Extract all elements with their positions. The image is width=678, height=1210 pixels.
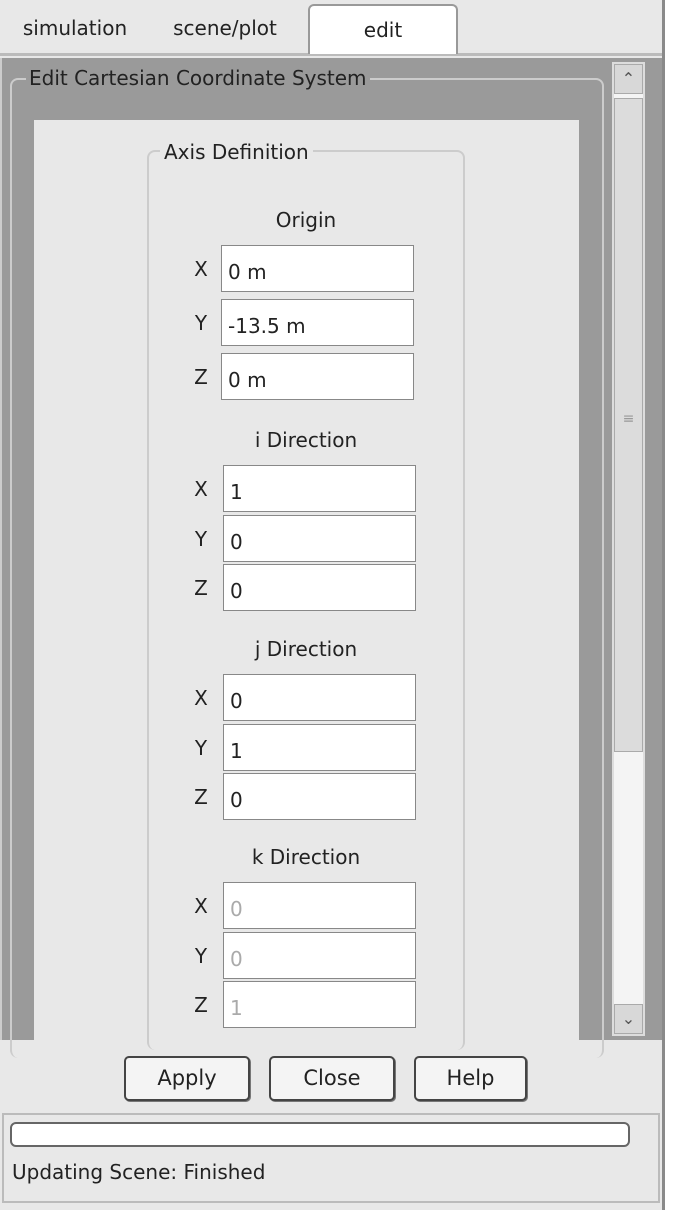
value-field-y[interactable]: -13.5 m bbox=[221, 299, 414, 346]
tab-edit[interactable]: edit bbox=[308, 4, 458, 54]
help-button[interactable]: Help bbox=[414, 1056, 527, 1101]
value-field-x: 0 bbox=[223, 882, 416, 929]
section-title: k Direction bbox=[251, 845, 361, 869]
axis-label: X bbox=[194, 477, 208, 501]
section-title: i Direction bbox=[254, 428, 358, 452]
value-field-z: 1 bbox=[223, 981, 416, 1028]
value-field-z[interactable]: 0 bbox=[223, 773, 416, 820]
group-title: Edit Cartesian Coordinate System bbox=[26, 66, 370, 90]
status-text: Updating Scene: Finished bbox=[12, 1160, 266, 1184]
axis-label: X bbox=[194, 686, 208, 710]
axis-definition-title: Axis Definition bbox=[160, 140, 313, 164]
scrollbar-grip-icon: ≡ bbox=[622, 411, 635, 427]
axis-label: Z bbox=[194, 365, 208, 389]
section-title: j Direction bbox=[254, 637, 358, 661]
tab-scene-plot[interactable]: scene/plot bbox=[155, 4, 295, 54]
axis-label: Z bbox=[194, 576, 208, 600]
axis-label: X bbox=[194, 894, 208, 918]
chevron-down-icon[interactable]: ⌄ bbox=[614, 1004, 643, 1034]
axis-label: X bbox=[194, 257, 208, 281]
value-field-y: 0 bbox=[223, 931, 416, 979]
progress-bar bbox=[10, 1122, 630, 1147]
axis-label: Z bbox=[194, 785, 208, 809]
value-field-y[interactable]: 0 bbox=[223, 514, 416, 562]
axis-label: Y bbox=[194, 311, 208, 335]
scrollbar-thumb[interactable]: ≡ bbox=[614, 98, 643, 752]
right-panel-edge bbox=[662, 0, 678, 1210]
value-field-z[interactable]: 0 bbox=[223, 564, 416, 611]
axis-label: Y bbox=[194, 526, 208, 551]
tab-bar: simulation scene/plot edit bbox=[0, 0, 662, 56]
value-field-x[interactable]: 1 bbox=[223, 465, 416, 512]
apply-button[interactable]: Apply bbox=[124, 1056, 250, 1101]
value-field-x[interactable]: 0 m bbox=[221, 245, 414, 292]
chevron-up-icon[interactable]: ⌃ bbox=[614, 64, 643, 94]
value-field-z[interactable]: 0 m bbox=[221, 353, 414, 400]
vertical-scrollbar[interactable]: ⌃ ≡ ⌄ bbox=[612, 62, 645, 1036]
axis-label: Z bbox=[194, 993, 208, 1017]
close-button[interactable]: Close bbox=[269, 1056, 395, 1101]
axis-label: Y bbox=[194, 735, 208, 760]
tab-simulation[interactable]: simulation bbox=[10, 4, 140, 54]
section-title: Origin bbox=[275, 208, 337, 232]
axis-label: Y bbox=[194, 943, 208, 968]
value-field-y[interactable]: 1 bbox=[223, 723, 416, 771]
value-field-x[interactable]: 0 bbox=[223, 674, 416, 721]
